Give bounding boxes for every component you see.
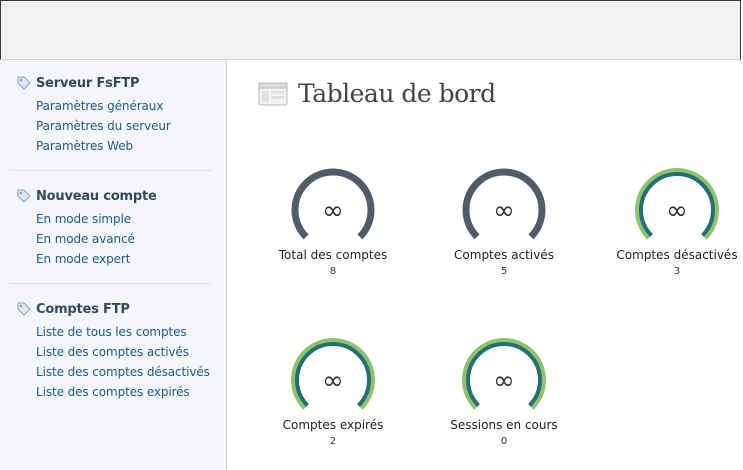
gauge-symbol: ∞	[666, 196, 688, 226]
sidebar-link-disabled-accounts[interactable]: Liste des comptes désactivés	[36, 365, 210, 379]
gauge-active-sessions: ∞ Sessions en cours 0	[419, 334, 589, 447]
sidebar-link-general-settings[interactable]: Paramètres généraux	[36, 99, 163, 113]
sidebar-link-simple-mode[interactable]: En mode simple	[36, 212, 131, 226]
tag-icon	[17, 189, 31, 203]
page-title: Tableau de bord	[298, 79, 496, 108]
gauge-symbol: ∞	[322, 366, 344, 396]
gauge-ring: ∞	[291, 168, 375, 240]
gauge-label: Sessions en cours	[450, 418, 558, 432]
gauge-value: 8	[329, 266, 337, 277]
gauge-ring: ∞	[291, 338, 375, 410]
gauge-disabled-accounts: ∞ Comptes désactivés 3	[592, 164, 743, 277]
window-icon	[258, 82, 288, 105]
gauge-ring: ∞	[635, 168, 719, 240]
section-title: Nouveau compte	[36, 188, 157, 204]
sidebar-link-active-accounts[interactable]: Liste des comptes activés	[36, 345, 189, 359]
main-content: Tableau de bord ∞ Total des comptes 8 ∞ …	[228, 60, 743, 470]
gauge-label: Comptes expirés	[282, 418, 384, 432]
gauge-symbol: ∞	[493, 366, 515, 396]
gauge-symbol: ∞	[322, 196, 344, 226]
gauge-label: Comptes activés	[454, 248, 554, 262]
sidebar-section-server: Serveur FsFTP Paramètres généraux Paramè…	[16, 74, 212, 158]
tag-icon	[17, 76, 31, 90]
sidebar-link-all-accounts[interactable]: Liste de tous les comptes	[36, 325, 187, 339]
page-header: Tableau de bord	[258, 79, 496, 108]
gauge-value: 5	[500, 266, 508, 277]
gauge-value: 0	[500, 436, 508, 447]
gauge-expired-accounts: ∞ Comptes expirés 2	[248, 334, 418, 447]
section-title: Comptes FTP	[36, 301, 130, 317]
gauge-active-accounts: ∞ Comptes activés 5	[419, 164, 589, 277]
gauge-ring: ∞	[462, 168, 546, 240]
gauge-label: Total des comptes	[278, 248, 388, 262]
sidebar-link-web-settings[interactable]: Paramètres Web	[36, 139, 133, 153]
sidebar-section-new-account: Nouveau compte En mode simple En mode av…	[16, 187, 212, 271]
sidebar-link-expert-mode[interactable]: En mode expert	[36, 252, 130, 266]
gauge-value: 2	[329, 436, 337, 447]
tag-icon	[17, 302, 31, 316]
gauge-label: Comptes désactivés	[616, 248, 738, 262]
gauge-ring: ∞	[462, 338, 546, 410]
sidebar-section-ftp-accounts: Comptes FTP Liste de tous les comptes Li…	[16, 300, 212, 404]
sidebar-divider	[10, 283, 212, 284]
gauge-total-accounts: ∞ Total des comptes 8	[248, 164, 418, 277]
gauge-value: 3	[673, 266, 681, 277]
sidebar: Serveur FsFTP Paramètres généraux Paramè…	[0, 60, 227, 470]
sidebar-link-advanced-mode[interactable]: En mode avancé	[36, 232, 135, 246]
sidebar-divider	[10, 170, 212, 171]
section-title: Serveur FsFTP	[36, 75, 140, 91]
gauge-symbol: ∞	[493, 196, 515, 226]
top-bar	[0, 0, 741, 60]
sidebar-link-expired-accounts[interactable]: Liste des comptes expirés	[36, 385, 190, 399]
sidebar-link-server-settings[interactable]: Paramètres du serveur	[36, 119, 171, 133]
